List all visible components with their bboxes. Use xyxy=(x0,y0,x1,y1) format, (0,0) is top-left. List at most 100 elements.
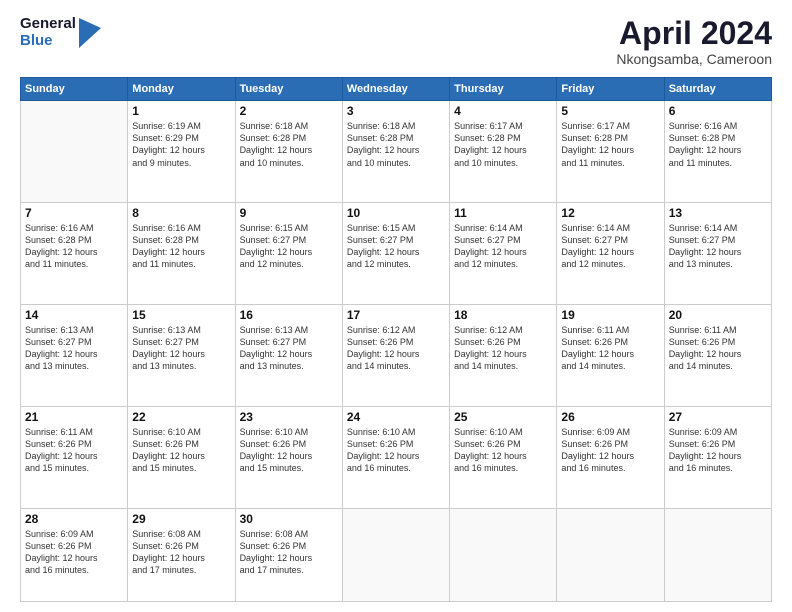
table-row: 7 Sunrise: 6:16 AMSunset: 6:28 PMDaylight… xyxy=(21,203,128,305)
title-block: April 2024 Nkongsamba, Cameroon xyxy=(616,16,772,67)
table-row: 18Sunrise: 6:12 AMSunset: 6:26 PMDayligh… xyxy=(450,304,557,406)
table-row: 10Sunrise: 6:15 AMSunset: 6:27 PMDayligh… xyxy=(342,203,449,305)
cell-text: Sunrise: 6:18 AMSunset: 6:28 PMDaylight:… xyxy=(240,120,338,169)
day-number: 15 xyxy=(132,308,230,322)
table-row: 28Sunrise: 6:09 AMSunset: 6:26 PMDayligh… xyxy=(21,508,128,602)
col-saturday: Saturday xyxy=(664,78,771,101)
col-friday: Friday xyxy=(557,78,664,101)
day-number: 20 xyxy=(669,308,767,322)
day-number: 28 xyxy=(25,512,123,526)
cell-text: Sunrise: 6:16 AMSunset: 6:28 PMDaylight:… xyxy=(25,222,123,271)
day-number: 7 xyxy=(25,206,123,220)
day-number: 2 xyxy=(240,104,338,118)
calendar-header-row: Sunday Monday Tuesday Wednesday Thursday… xyxy=(21,78,772,101)
cell-text: Sunrise: 6:14 AMSunset: 6:27 PMDaylight:… xyxy=(561,222,659,271)
table-row: 6 Sunrise: 6:16 AMSunset: 6:28 PMDaylight… xyxy=(664,101,771,203)
table-row: 15 Sunrise: 6:13 AMSunset: 6:27 PMDayligh… xyxy=(128,304,235,406)
cell-text: Sunrise: 6:11 AMSunset: 6:26 PMDaylight:… xyxy=(561,324,659,373)
logo-blue: Blue xyxy=(20,33,76,50)
day-number: 6 xyxy=(669,104,767,118)
cell-text: Sunrise: 6:16 AMSunset: 6:28 PMDaylight:… xyxy=(132,222,230,271)
table-row: 27 Sunrise: 6:09 AMSunset: 6:26 PMDayligh… xyxy=(664,406,771,508)
day-number: 5 xyxy=(561,104,659,118)
table-row: 22Sunrise: 6:10 AMSunset: 6:26 PMDayligh… xyxy=(128,406,235,508)
table-row xyxy=(21,101,128,203)
cell-text: Sunrise: 6:19 AMSunset: 6:29 PMDaylight:… xyxy=(132,120,230,169)
calendar-week-row: 7 Sunrise: 6:16 AMSunset: 6:28 PMDaylight… xyxy=(21,203,772,305)
cell-text: Sunrise: 6:08 AMSunset: 6:26 PMDaylight:… xyxy=(240,528,338,577)
table-row: 25Sunrise: 6:10 AMSunset: 6:26 PMDayligh… xyxy=(450,406,557,508)
day-number: 30 xyxy=(240,512,338,526)
logo: General Blue xyxy=(20,16,101,49)
day-number: 4 xyxy=(454,104,552,118)
cell-text: Sunrise: 6:08 AMSunset: 6:26 PMDaylight:… xyxy=(132,528,230,577)
cell-text: Sunrise: 6:16 AMSunset: 6:28 PMDaylight:… xyxy=(669,120,767,169)
table-row: 13Sunrise: 6:14 AMSunset: 6:27 PMDayligh… xyxy=(664,203,771,305)
cell-text: Sunrise: 6:11 AMSunset: 6:26 PMDaylight:… xyxy=(669,324,767,373)
table-row: 14Sunrise: 6:13 AMSunset: 6:27 PMDayligh… xyxy=(21,304,128,406)
table-row: 20 Sunrise: 6:11 AMSunset: 6:26 PMDayligh… xyxy=(664,304,771,406)
cell-text: Sunrise: 6:10 AMSunset: 6:26 PMDaylight:… xyxy=(240,426,338,475)
day-number: 13 xyxy=(669,206,767,220)
day-number: 16 xyxy=(240,308,338,322)
table-row: 23 Sunrise: 6:10 AMSunset: 6:26 PMDayligh… xyxy=(235,406,342,508)
location-subtitle: Nkongsamba, Cameroon xyxy=(616,51,772,67)
day-number: 8 xyxy=(132,206,230,220)
day-number: 3 xyxy=(347,104,445,118)
page: General Blue April 2024 Nkongsamba, Came… xyxy=(0,0,792,612)
day-number: 23 xyxy=(240,410,338,424)
table-row: 24 Sunrise: 6:10 AMSunset: 6:26 PMDayligh… xyxy=(342,406,449,508)
day-number: 12 xyxy=(561,206,659,220)
logo-general: General xyxy=(20,16,76,33)
cell-text: Sunrise: 6:09 AMSunset: 6:26 PMDaylight:… xyxy=(669,426,767,475)
table-row: 5 Sunrise: 6:17 AMSunset: 6:28 PMDaylight… xyxy=(557,101,664,203)
cell-text: Sunrise: 6:17 AMSunset: 6:28 PMDaylight:… xyxy=(561,120,659,169)
cell-text: Sunrise: 6:10 AMSunset: 6:26 PMDaylight:… xyxy=(132,426,230,475)
table-row: 3 Sunrise: 6:18 AMSunset: 6:28 PMDaylight… xyxy=(342,101,449,203)
day-number: 18 xyxy=(454,308,552,322)
cell-text: Sunrise: 6:17 AMSunset: 6:28 PMDaylight:… xyxy=(454,120,552,169)
calendar-week-row: 28Sunrise: 6:09 AMSunset: 6:26 PMDayligh… xyxy=(21,508,772,602)
col-wednesday: Wednesday xyxy=(342,78,449,101)
cell-text: Sunrise: 6:10 AMSunset: 6:26 PMDaylight:… xyxy=(347,426,445,475)
cell-text: Sunrise: 6:14 AMSunset: 6:27 PMDaylight:… xyxy=(454,222,552,271)
day-number: 27 xyxy=(669,410,767,424)
day-number: 26 xyxy=(561,410,659,424)
day-number: 21 xyxy=(25,410,123,424)
day-number: 19 xyxy=(561,308,659,322)
table-row: 1 Sunrise: 6:19 AMSunset: 6:29 PMDaylight… xyxy=(128,101,235,203)
calendar-week-row: 14Sunrise: 6:13 AMSunset: 6:27 PMDayligh… xyxy=(21,304,772,406)
cell-text: Sunrise: 6:13 AMSunset: 6:27 PMDaylight:… xyxy=(132,324,230,373)
col-sunday: Sunday xyxy=(21,78,128,101)
table-row: 12 Sunrise: 6:14 AMSunset: 6:27 PMDayligh… xyxy=(557,203,664,305)
day-number: 29 xyxy=(132,512,230,526)
col-thursday: Thursday xyxy=(450,78,557,101)
table-row: 16Sunrise: 6:13 AMSunset: 6:27 PMDayligh… xyxy=(235,304,342,406)
calendar-table: Sunday Monday Tuesday Wednesday Thursday… xyxy=(20,77,772,602)
cell-text: Sunrise: 6:15 AMSunset: 6:27 PMDaylight:… xyxy=(347,222,445,271)
table-row xyxy=(557,508,664,602)
cell-text: Sunrise: 6:11 AMSunset: 6:26 PMDaylight:… xyxy=(25,426,123,475)
table-row: 21 Sunrise: 6:11 AMSunset: 6:26 PMDayligh… xyxy=(21,406,128,508)
table-row: 4 Sunrise: 6:17 AMSunset: 6:28 PMDaylight… xyxy=(450,101,557,203)
day-number: 1 xyxy=(132,104,230,118)
col-monday: Monday xyxy=(128,78,235,101)
calendar-week-row: 1 Sunrise: 6:19 AMSunset: 6:29 PMDaylight… xyxy=(21,101,772,203)
table-row: 11 Sunrise: 6:14 AMSunset: 6:27 PMDayligh… xyxy=(450,203,557,305)
cell-text: Sunrise: 6:09 AMSunset: 6:26 PMDaylight:… xyxy=(561,426,659,475)
table-row: 19 Sunrise: 6:11 AMSunset: 6:26 PMDayligh… xyxy=(557,304,664,406)
col-tuesday: Tuesday xyxy=(235,78,342,101)
cell-text: Sunrise: 6:10 AMSunset: 6:26 PMDaylight:… xyxy=(454,426,552,475)
day-number: 17 xyxy=(347,308,445,322)
day-number: 11 xyxy=(454,206,552,220)
day-number: 9 xyxy=(240,206,338,220)
calendar-week-row: 21 Sunrise: 6:11 AMSunset: 6:26 PMDayligh… xyxy=(21,406,772,508)
table-row: 17Sunrise: 6:12 AMSunset: 6:26 PMDayligh… xyxy=(342,304,449,406)
cell-text: Sunrise: 6:18 AMSunset: 6:28 PMDaylight:… xyxy=(347,120,445,169)
table-row: 8 Sunrise: 6:16 AMSunset: 6:28 PMDaylight… xyxy=(128,203,235,305)
day-number: 24 xyxy=(347,410,445,424)
table-row xyxy=(450,508,557,602)
table-row: 30 Sunrise: 6:08 AMSunset: 6:26 PMDayligh… xyxy=(235,508,342,602)
table-row xyxy=(342,508,449,602)
month-title: April 2024 xyxy=(616,16,772,51)
